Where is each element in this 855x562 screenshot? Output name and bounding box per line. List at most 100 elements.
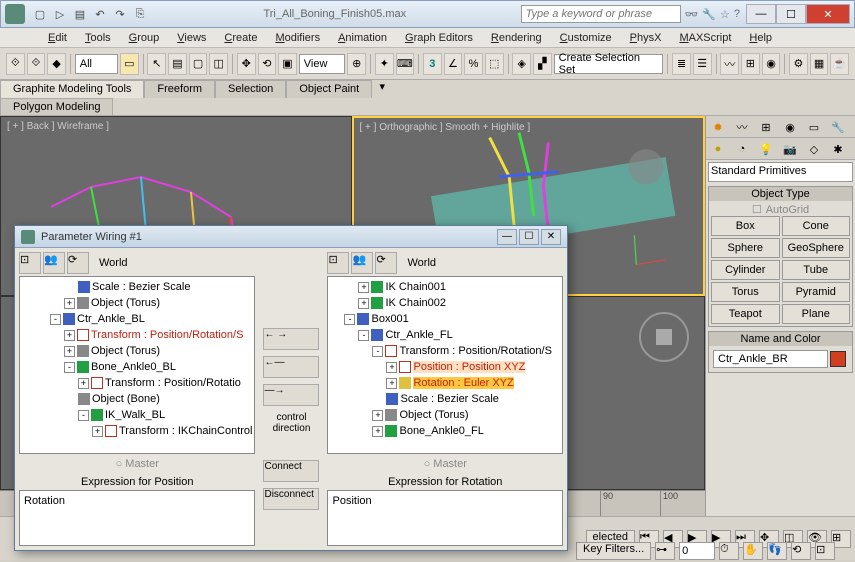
tree-expander-icon[interactable]: + [372, 410, 383, 421]
menu-tools[interactable]: Tools [77, 30, 119, 46]
minimize-button[interactable]: — [746, 4, 776, 24]
create-panel-icon[interactable]: ✹ [706, 116, 730, 138]
tree-row[interactable]: Scale : Bezier Scale [330, 391, 560, 407]
prim-torus[interactable]: Torus [711, 282, 780, 302]
tree-expander-icon[interactable]: + [64, 346, 75, 357]
tree-expander-icon[interactable]: - [78, 410, 89, 421]
angle-snap-icon[interactable]: ∠ [444, 53, 463, 75]
menu-create[interactable]: Create [216, 30, 265, 46]
tree-row[interactable]: +Object (Torus) [22, 343, 252, 359]
percent-snap-icon[interactable]: % [464, 53, 483, 75]
connect-button[interactable]: Connect [263, 460, 319, 482]
tree-expander-icon[interactable]: - [50, 314, 61, 325]
tree-row[interactable]: +Bone_Ankle0_FL [330, 423, 560, 439]
dialog-titlebar[interactable]: Parameter Wiring #1 — ☐ ✕ [15, 226, 567, 248]
motion-panel-icon[interactable]: ◉ [778, 116, 802, 138]
tree-expander-icon[interactable]: - [372, 346, 383, 357]
expr-box-right[interactable]: Position [327, 490, 563, 546]
menu-maxscript[interactable]: MAXScript [671, 30, 739, 46]
prim-pyramid[interactable]: Pyramid [782, 282, 851, 302]
key-icon[interactable]: 🔧 [702, 8, 716, 21]
tree-expander-icon[interactable]: + [358, 282, 369, 293]
binoculars-icon[interactable]: 👓 [685, 8, 699, 21]
nav-orbit-icon[interactable]: ⟲ [791, 542, 811, 560]
tree-row[interactable]: +Object (Torus) [330, 407, 560, 423]
render-icon[interactable]: ☕ [830, 53, 849, 75]
direction-right-button[interactable]: —→ [263, 384, 319, 406]
direction-left-button[interactable]: ←— [263, 356, 319, 378]
tree-row[interactable]: -Box001 [330, 311, 560, 327]
tree-expander-icon[interactable]: + [92, 426, 103, 437]
create-selection-set-combo[interactable]: Create Selection Set [554, 54, 664, 74]
tree-row[interactable]: +Position : Position XYZ [330, 359, 560, 375]
prim-geosphere[interactable]: GeoSphere [782, 238, 851, 258]
find-next-icon[interactable]: ⊡ [327, 252, 349, 274]
tree-row[interactable]: +Transform : Position/Rotatio [22, 375, 252, 391]
snap-icon[interactable]: 3 [423, 53, 442, 75]
subtab-polygon[interactable]: Polygon Modeling [0, 98, 113, 116]
dialog-close-button[interactable]: ✕ [541, 229, 561, 245]
menu-rendering[interactable]: Rendering [483, 30, 550, 46]
display-panel-icon[interactable]: ▭ [802, 116, 826, 138]
keyboard-icon[interactable]: ⌨ [396, 53, 415, 75]
redo-icon[interactable]: ↷ [111, 5, 129, 23]
link-icon[interactable]: ⎘ [131, 5, 149, 23]
prim-cylinder[interactable]: Cylinder [711, 260, 780, 280]
tree-row[interactable]: +IK Chain002 [330, 295, 560, 311]
find-next-icon[interactable]: ⊡ [19, 252, 41, 274]
menu-grapheditors[interactable]: Graph Editors [397, 30, 481, 46]
menu-views[interactable]: Views [169, 30, 214, 46]
rollout-title[interactable]: Object Type [709, 187, 852, 201]
tree-expander-icon[interactable]: + [78, 378, 89, 389]
tree-row[interactable]: Object (Bone) [22, 391, 252, 407]
category-combo[interactable]: Standard Primitives [708, 162, 853, 182]
curve-editor-icon[interactable]: 〰 [720, 53, 739, 75]
dialog-minimize-button[interactable]: — [497, 229, 517, 245]
save-icon[interactable]: ▤ [71, 5, 89, 23]
tree-row[interactable]: Scale : Bezier Scale [22, 279, 252, 295]
tree-row[interactable]: -Ctr_Ankle_BL [22, 311, 252, 327]
select-region-icon[interactable]: ▢ [189, 53, 208, 75]
help-search-input[interactable] [521, 5, 681, 23]
menu-group[interactable]: Group [121, 30, 168, 46]
tree-expander-icon[interactable]: - [358, 330, 369, 341]
nav-max-icon[interactable]: ⊡ [815, 542, 835, 560]
tab-graphite[interactable]: Graphite Modeling Tools [0, 80, 144, 98]
show-icon[interactable]: ⟳ [67, 252, 89, 274]
window-crossing-icon[interactable]: ◫ [209, 53, 228, 75]
named-sel-icon[interactable]: ◈ [512, 53, 531, 75]
menu-modifiers[interactable]: Modifiers [267, 30, 328, 46]
prim-tube[interactable]: Tube [782, 260, 851, 280]
disconnect-button[interactable]: Disconnect [263, 488, 319, 510]
menu-edit[interactable]: Edit [40, 30, 75, 46]
nav-pan-icon[interactable]: ✋ [743, 542, 763, 560]
spinner-snap-icon[interactable]: ⬚ [485, 53, 504, 75]
tree-expander-icon[interactable]: + [358, 298, 369, 309]
tab-objectpaint[interactable]: Object Paint [286, 80, 372, 98]
color-swatch[interactable] [830, 351, 846, 367]
cameras-icon[interactable]: 📷 [778, 138, 802, 160]
expr-box-left[interactable]: Rotation [19, 490, 255, 546]
ref-coord-combo[interactable]: View [299, 54, 346, 74]
app-icon[interactable] [5, 4, 25, 24]
schematic-icon[interactable]: ⊞ [741, 53, 760, 75]
layers-icon[interactable]: ☰ [693, 53, 712, 75]
select-object-icon[interactable]: ↖ [147, 53, 166, 75]
key-mode-icon[interactable]: ⊶ [655, 542, 675, 560]
tree-row[interactable]: -Bone_Ankle0_BL [22, 359, 252, 375]
render-setup-icon[interactable]: ⚙ [789, 53, 808, 75]
prim-sphere[interactable]: Sphere [711, 238, 780, 258]
tree-row[interactable]: +Transform : Position/Rotation/S [22, 327, 252, 343]
tree-row[interactable]: +IK Chain001 [330, 279, 560, 295]
tree-expander-icon[interactable]: + [386, 362, 397, 373]
time-config-icon[interactable]: ⏱ [719, 542, 739, 560]
maximize-button[interactable]: ☐ [776, 4, 806, 24]
close-button[interactable]: ✕ [806, 4, 850, 24]
tab-selection[interactable]: Selection [215, 80, 286, 98]
tree-expander-icon[interactable]: + [372, 426, 383, 437]
tree-row[interactable]: -Transform : Position/Rotation/S [330, 343, 560, 359]
prim-box[interactable]: Box [711, 216, 780, 236]
bind-icon[interactable]: ◆ [47, 53, 66, 75]
mirror-icon[interactable]: ▞ [533, 53, 552, 75]
modify-panel-icon[interactable]: 〰 [730, 116, 754, 138]
